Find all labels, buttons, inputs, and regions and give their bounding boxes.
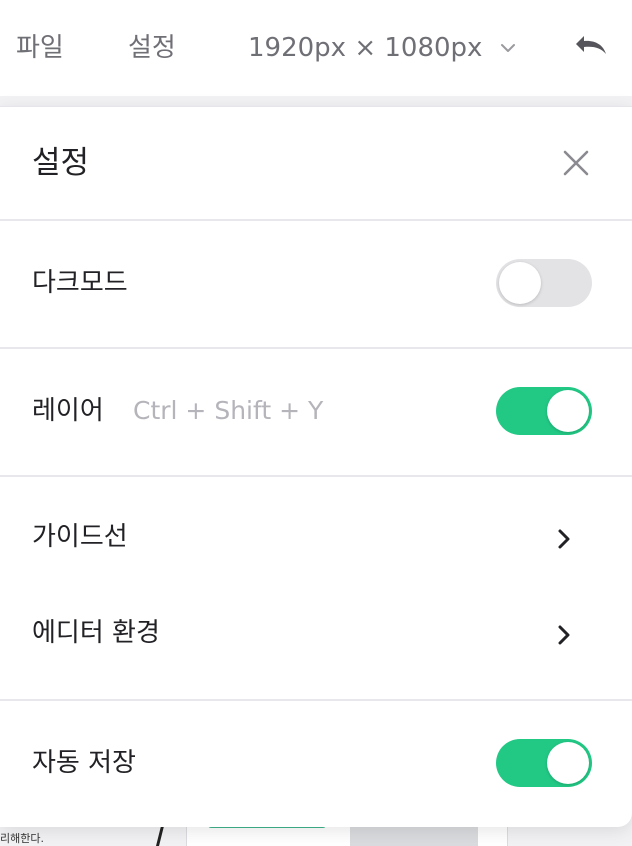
layer-shortcut: Ctrl + Shift + Y [133, 396, 324, 425]
navigation-group: 가이드선 에디터 환경 [0, 477, 632, 701]
toggle-knob [499, 262, 541, 304]
editor-env-row[interactable]: 에디터 환경 [0, 603, 632, 667]
canvas-size-dropdown[interactable]: 1920px × 1080px [248, 30, 516, 66]
dark-mode-label: 다크모드 [32, 268, 128, 298]
guides-label: 가이드선 [32, 522, 128, 552]
layer-label: 레이어 [32, 396, 104, 426]
chevron-right-icon [558, 529, 570, 549]
editor-page: 파일 설정 1920px × 1080px 리해한다. 설정 다크모드 레이어 … [0, 0, 632, 846]
auto-save-label: 자동 저장 [32, 748, 136, 778]
dark-mode-toggle[interactable] [496, 259, 592, 307]
chevron-down-icon [501, 44, 516, 52]
layer-row: 레이어 Ctrl + Shift + Y [0, 349, 632, 477]
settings-panel-header: 설정 [0, 107, 632, 221]
auto-save-toggle[interactable] [496, 739, 592, 787]
file-menu[interactable]: 파일 [16, 30, 64, 66]
chevron-right-icon [558, 625, 570, 645]
settings-panel: 설정 다크모드 레이어 Ctrl + Shift + Y 가이드선 에디터 환경… [0, 106, 632, 827]
undo-icon[interactable] [570, 30, 610, 66]
close-icon[interactable] [560, 147, 592, 179]
toggle-knob [547, 742, 589, 784]
layer-toggle[interactable] [496, 387, 592, 435]
guides-row[interactable]: 가이드선 [0, 507, 632, 571]
editor-env-label: 에디터 환경 [32, 618, 160, 648]
canvas-size-value: 1920px × 1080px [248, 33, 483, 63]
auto-save-row: 자동 저장 [0, 701, 632, 827]
top-toolbar: 파일 설정 1920px × 1080px [0, 0, 632, 96]
settings-panel-title: 설정 [32, 145, 90, 181]
canvas-text-snippet: 리해한다. [0, 832, 44, 845]
settings-menu[interactable]: 설정 [128, 30, 176, 66]
toggle-knob [547, 390, 589, 432]
dark-mode-row: 다크모드 [0, 221, 632, 349]
